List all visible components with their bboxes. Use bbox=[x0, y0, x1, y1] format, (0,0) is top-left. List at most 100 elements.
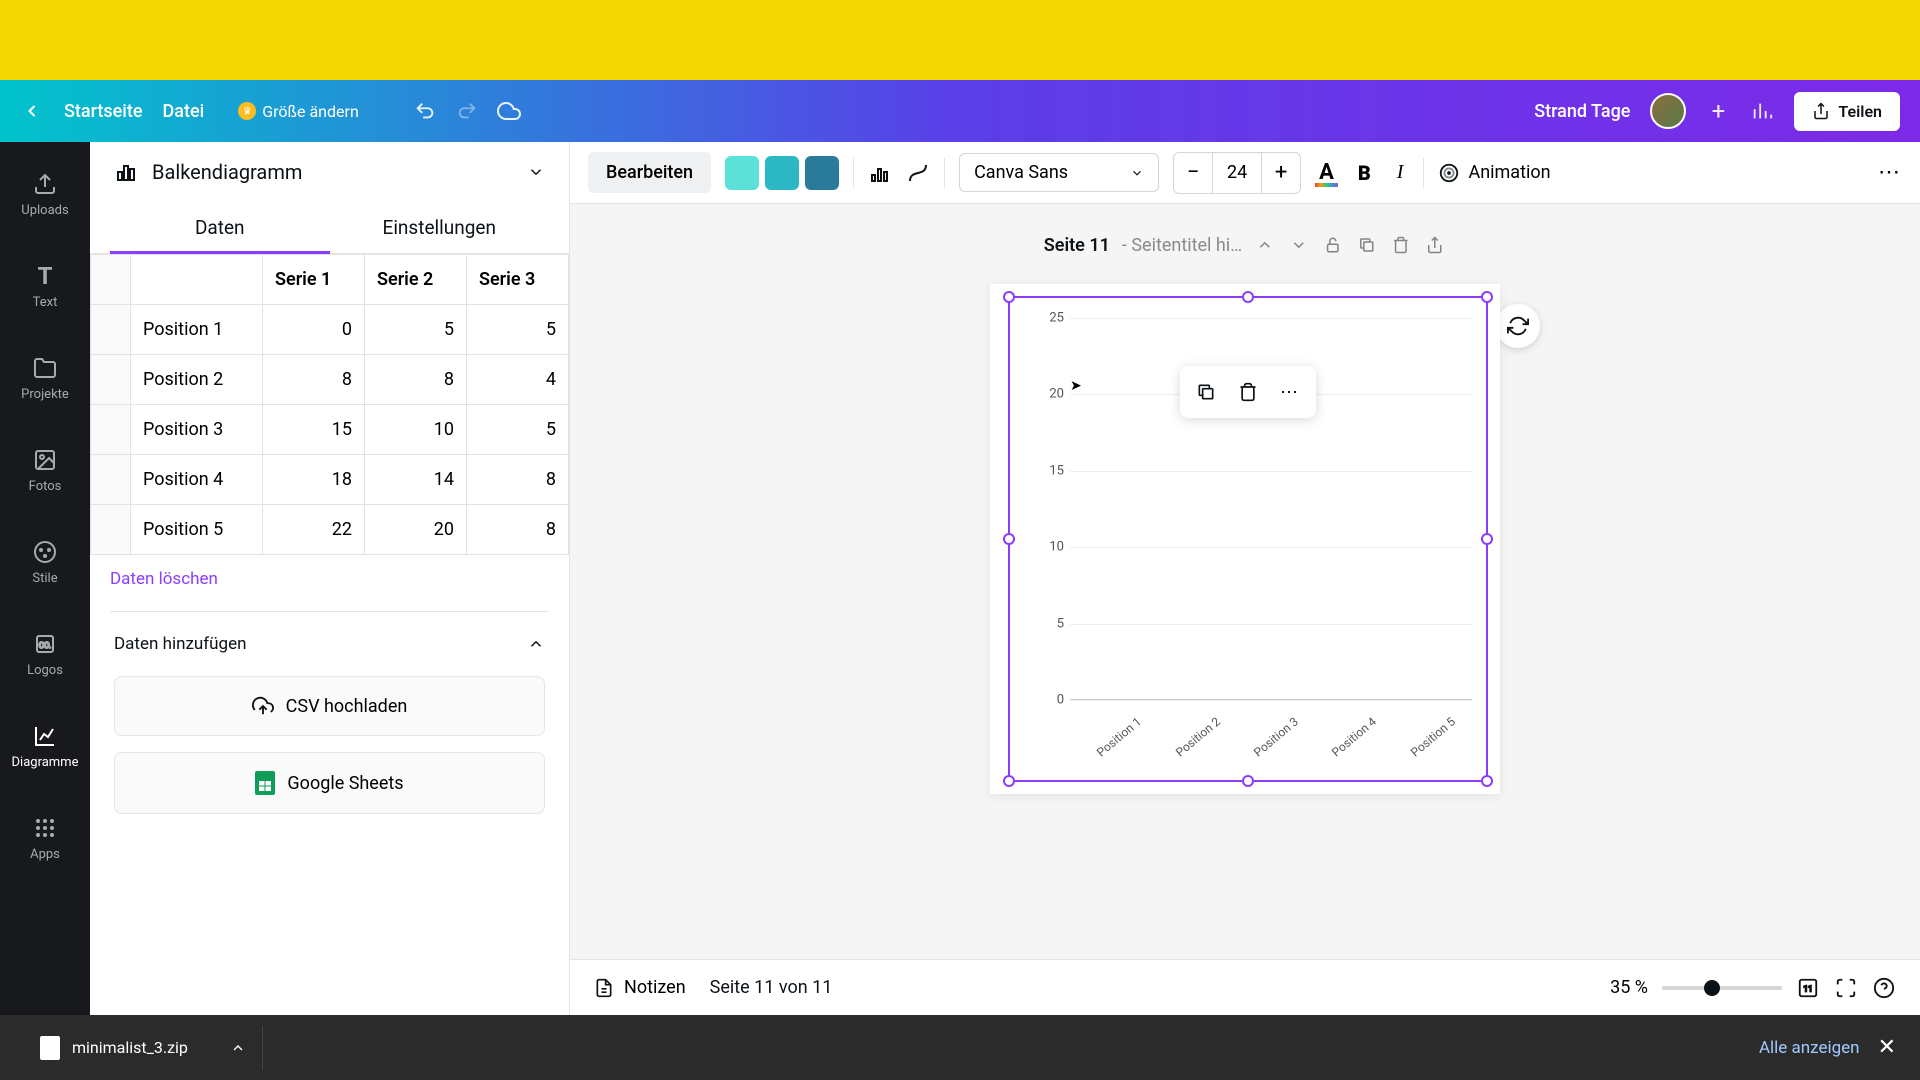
selection-frame: ⋯ ➤ 0510152025 Position 1Position 2Posit… bbox=[1008, 296, 1488, 782]
show-all-downloads[interactable]: Alle anzeigen bbox=[1759, 1038, 1860, 1058]
chart-canvas[interactable]: ⋯ ➤ 0510152025 Position 1Position 2Posit… bbox=[990, 284, 1500, 794]
text-color-button[interactable]: A bbox=[1315, 160, 1338, 185]
tab-data[interactable]: Daten bbox=[110, 202, 330, 253]
file-menu[interactable]: Datei bbox=[163, 101, 205, 122]
col-header[interactable]: Serie 1 bbox=[263, 255, 365, 305]
more-options-button[interactable]: ⋯ bbox=[1878, 160, 1902, 185]
page-subtitle[interactable]: - Seitentitel hi… bbox=[1122, 235, 1242, 256]
tab-settings[interactable]: Einstellungen bbox=[330, 202, 550, 253]
cloud-upload-icon bbox=[252, 695, 274, 717]
rail-uploads[interactable]: Uploads bbox=[0, 148, 90, 240]
add-user-icon[interactable]: + bbox=[1706, 99, 1730, 123]
redo-icon[interactable] bbox=[455, 99, 479, 123]
grid-view-icon[interactable]: 11 bbox=[1796, 976, 1820, 1000]
cell[interactable]: 0 bbox=[263, 305, 365, 355]
cell[interactable]: 8 bbox=[365, 355, 467, 405]
animation-button[interactable]: Animation bbox=[1438, 162, 1550, 184]
rail-logos[interactable]: CO.Logos bbox=[0, 608, 90, 700]
user-avatar[interactable] bbox=[1650, 93, 1686, 129]
canvas-scroll[interactable]: Seite 11 - Seitentitel hi… bbox=[570, 204, 1920, 959]
color-swatch-3[interactable] bbox=[805, 156, 839, 190]
download-item[interactable]: minimalist_3.zip bbox=[24, 1026, 263, 1070]
rail-photos[interactable]: Fotos bbox=[0, 424, 90, 516]
delete-page-icon[interactable] bbox=[1390, 234, 1412, 256]
row-label[interactable]: Position 5 bbox=[131, 505, 263, 555]
chart-settings-icon[interactable] bbox=[868, 161, 892, 185]
col-header[interactable]: Serie 2 bbox=[365, 255, 467, 305]
font-size-input[interactable] bbox=[1212, 153, 1262, 193]
decrease-size-button[interactable]: − bbox=[1174, 153, 1212, 193]
zoom-slider[interactable] bbox=[1662, 986, 1782, 990]
cloud-sync-icon[interactable] bbox=[497, 99, 521, 123]
row-label[interactable]: Position 2 bbox=[131, 355, 263, 405]
regenerate-button[interactable] bbox=[1496, 304, 1540, 348]
resize-handle[interactable] bbox=[1003, 291, 1015, 303]
color-swatch-2[interactable] bbox=[765, 156, 799, 190]
resize-button[interactable]: ♛ Größe ändern bbox=[224, 96, 373, 127]
italic-button[interactable]: I bbox=[1391, 161, 1410, 184]
line-curve-icon[interactable] bbox=[906, 161, 930, 185]
bold-button[interactable]: B bbox=[1352, 161, 1377, 185]
back-arrow-icon[interactable] bbox=[20, 99, 44, 123]
duplicate-icon[interactable] bbox=[1188, 374, 1224, 410]
chart-type-dropdown[interactable]: Balkendiagramm bbox=[90, 142, 569, 202]
more-icon[interactable]: ⋯ bbox=[1272, 374, 1308, 410]
cell[interactable]: 8 bbox=[467, 505, 569, 555]
close-downloads-icon[interactable]: ✕ bbox=[1878, 1035, 1896, 1060]
fullscreen-icon[interactable] bbox=[1834, 976, 1858, 1000]
rail-styles[interactable]: Stile bbox=[0, 516, 90, 608]
rail-apps[interactable]: Apps bbox=[0, 792, 90, 884]
page-title[interactable]: Seite 11 bbox=[1044, 235, 1110, 256]
rail-text[interactable]: TText bbox=[0, 240, 90, 332]
resize-handle[interactable] bbox=[1481, 533, 1493, 545]
page-up-icon[interactable] bbox=[1254, 234, 1276, 256]
resize-handle[interactable] bbox=[1242, 291, 1254, 303]
duplicate-page-icon[interactable] bbox=[1356, 234, 1378, 256]
help-icon[interactable] bbox=[1872, 976, 1896, 1000]
cell[interactable]: 15 bbox=[263, 405, 365, 455]
cell[interactable]: 5 bbox=[467, 405, 569, 455]
cell[interactable]: 14 bbox=[365, 455, 467, 505]
resize-handle[interactable] bbox=[1003, 775, 1015, 787]
trash-icon[interactable] bbox=[1230, 374, 1266, 410]
cell[interactable]: 20 bbox=[365, 505, 467, 555]
row-label[interactable]: Position 3 bbox=[131, 405, 263, 455]
row-label[interactable]: Position 1 bbox=[131, 305, 263, 355]
row-label-header[interactable] bbox=[131, 255, 263, 305]
cell[interactable]: 8 bbox=[263, 355, 365, 405]
download-filename: minimalist_3.zip bbox=[72, 1038, 188, 1057]
resize-handle[interactable] bbox=[1481, 291, 1493, 303]
project-name[interactable]: Strand Tage bbox=[1534, 101, 1630, 122]
cell[interactable]: 22 bbox=[263, 505, 365, 555]
cell[interactable]: 18 bbox=[263, 455, 365, 505]
cell[interactable]: 4 bbox=[467, 355, 569, 405]
lock-icon[interactable] bbox=[1322, 234, 1344, 256]
resize-handle[interactable] bbox=[1242, 775, 1254, 787]
clear-data-link[interactable]: Daten löschen bbox=[90, 555, 569, 603]
insights-icon[interactable] bbox=[1750, 99, 1774, 123]
row-label[interactable]: Position 4 bbox=[131, 455, 263, 505]
rail-projects[interactable]: Projekte bbox=[0, 332, 90, 424]
resize-handle[interactable] bbox=[1481, 775, 1493, 787]
cell[interactable]: 5 bbox=[467, 305, 569, 355]
rail-diagrams[interactable]: Diagramme bbox=[0, 700, 90, 792]
color-swatch-1[interactable] bbox=[725, 156, 759, 190]
export-page-icon[interactable] bbox=[1424, 234, 1446, 256]
google-sheets-button[interactable]: Google Sheets bbox=[114, 752, 545, 814]
cell[interactable]: 10 bbox=[365, 405, 467, 455]
resize-handle[interactable] bbox=[1003, 533, 1015, 545]
home-link[interactable]: Startseite bbox=[64, 101, 143, 122]
add-data-toggle[interactable]: Daten hinzufügen bbox=[90, 620, 569, 668]
edit-button[interactable]: Bearbeiten bbox=[588, 152, 711, 193]
share-button[interactable]: Teilen bbox=[1794, 92, 1900, 131]
increase-size-button[interactable]: + bbox=[1262, 153, 1300, 193]
font-dropdown[interactable]: Canva Sans bbox=[959, 153, 1159, 192]
col-header[interactable]: Serie 3 bbox=[467, 255, 569, 305]
notes-button[interactable]: Notizen bbox=[594, 977, 686, 998]
page-down-icon[interactable] bbox=[1288, 234, 1310, 256]
csv-upload-button[interactable]: CSV hochladen bbox=[114, 676, 545, 736]
undo-icon[interactable] bbox=[413, 99, 437, 123]
cell[interactable]: 8 bbox=[467, 455, 569, 505]
zoom-percent[interactable]: 35 % bbox=[1610, 977, 1648, 998]
cell[interactable]: 5 bbox=[365, 305, 467, 355]
